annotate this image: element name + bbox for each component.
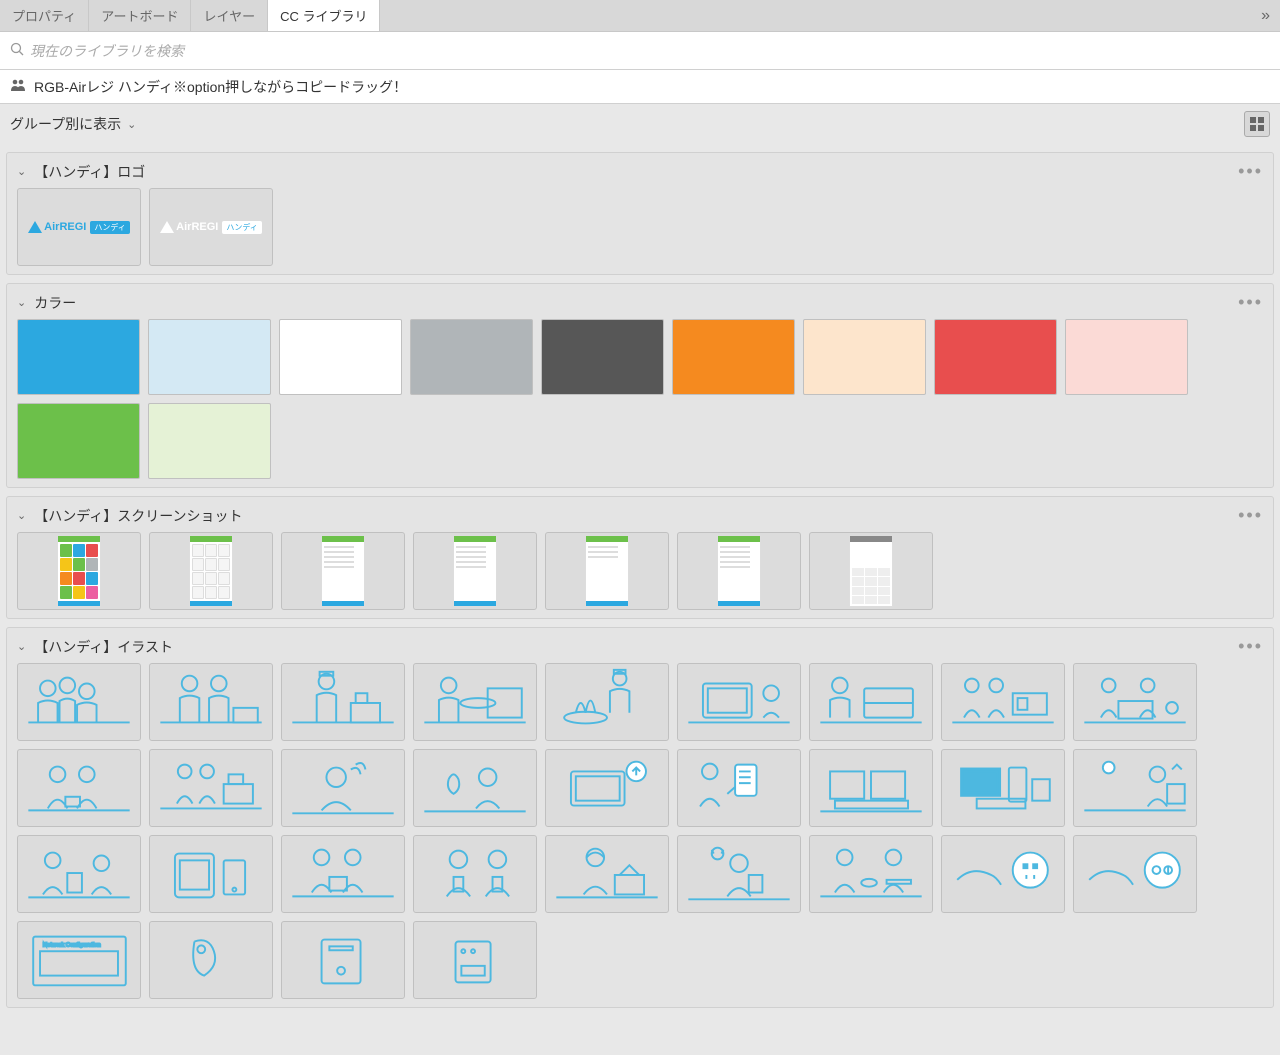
section-title-color: カラー [34,293,1238,313]
grid-icon [1250,117,1264,131]
illustration-asset[interactable] [17,835,141,913]
logo-asset[interactable]: AirREGI ハンディ [17,188,141,266]
library-name: RGB-Airレジ ハンディ※option押しながらコピードラッグ！ [34,77,407,97]
color-swatch[interactable] [803,319,926,395]
illustration-asset[interactable] [149,749,273,827]
collapse-icon[interactable]: ⌄ [17,296,26,309]
color-swatch[interactable] [279,319,402,395]
illustration-asset[interactable] [17,749,141,827]
illustration-asset[interactable] [677,835,801,913]
svg-text:Network Configuration: Network Configuration [43,942,101,948]
illustration-asset[interactable] [809,749,933,827]
library-selector[interactable]: RGB-Airレジ ハンディ※option押しながらコピードラッグ！ [0,70,1280,104]
illustration-asset[interactable] [677,663,801,741]
illustration-asset[interactable] [281,663,405,741]
illustration-asset[interactable] [545,835,669,913]
color-swatch[interactable] [17,319,140,395]
color-swatch[interactable] [410,319,533,395]
section-title-logo: 【ハンディ】ロゴ [34,162,1238,182]
collapse-icon[interactable]: ⌄ [17,165,26,178]
illustration-asset[interactable] [149,835,273,913]
view-controls: グループ別に表示 ⌄ [0,104,1280,144]
section-logo: ⌄ 【ハンディ】ロゴ ••• AirREGI ハンディ AirREGI ハンディ [6,152,1274,275]
illustration-asset[interactable] [149,663,273,741]
search-bar [0,32,1280,70]
illustration-asset[interactable] [809,835,933,913]
collapse-icon[interactable]: ⌄ [17,640,26,653]
tab-artboard[interactable]: アートボード [89,0,191,31]
illustration-asset[interactable] [149,921,273,999]
color-swatch[interactable] [1065,319,1188,395]
grid-view-toggle[interactable] [1244,111,1270,137]
illustration-asset[interactable] [413,835,537,913]
color-swatch[interactable] [17,403,140,479]
illustration-asset[interactable] [413,749,537,827]
group-by-dropdown[interactable]: グループ別に表示 ⌄ [10,114,136,134]
illustration-asset[interactable] [1073,663,1197,741]
triangle-icon [28,221,42,233]
section-more-icon[interactable]: ••• [1238,161,1263,182]
section-illustrations: ⌄ 【ハンディ】イラスト ••• Network Configuration [6,627,1274,1008]
illustration-asset[interactable] [545,663,669,741]
illustration-asset[interactable] [941,749,1065,827]
logo-asset[interactable]: AirREGI ハンディ [149,188,273,266]
illustration-asset[interactable] [809,663,933,741]
illustration-asset[interactable] [17,663,141,741]
illustration-asset[interactable] [281,921,405,999]
screenshot-asset[interactable] [413,532,537,610]
tab-cc-library[interactable]: CC ライブラリ [268,0,380,31]
color-swatch[interactable] [934,319,1057,395]
screenshot-asset[interactable] [17,532,141,610]
illustration-asset[interactable] [1073,749,1197,827]
section-more-icon[interactable]: ••• [1238,505,1263,526]
color-swatch[interactable] [541,319,664,395]
section-title-screenshots: 【ハンディ】スクリーンショット [34,506,1238,526]
illustration-asset[interactable] [941,663,1065,741]
tab-layer[interactable]: レイヤー [191,0,268,31]
section-more-icon[interactable]: ••• [1238,636,1263,657]
color-swatch[interactable] [148,319,271,395]
illustration-asset[interactable] [545,749,669,827]
search-input[interactable] [30,43,1270,59]
illustration-asset[interactable] [281,749,405,827]
illustration-asset[interactable] [281,835,405,913]
tab-properties[interactable]: プロパティ [0,0,89,31]
screenshot-asset[interactable] [545,532,669,610]
color-swatch[interactable] [672,319,795,395]
screenshot-asset[interactable] [281,532,405,610]
screenshot-asset[interactable] [809,532,933,610]
illustration-asset[interactable] [413,663,537,741]
triangle-icon [160,221,174,233]
section-title-illustrations: 【ハンディ】イラスト [34,637,1238,657]
color-swatch[interactable] [148,403,271,479]
search-icon [10,42,24,59]
panel-tabs: プロパティ アートボード レイヤー CC ライブラリ » [0,0,1280,32]
illustration-asset[interactable] [1073,835,1197,913]
screenshot-asset[interactable] [677,532,801,610]
section-more-icon[interactable]: ••• [1238,292,1263,313]
chevron-down-icon: ⌄ [127,118,136,131]
section-screenshots: ⌄ 【ハンディ】スクリーンショット ••• [6,496,1274,619]
expand-panel-icon[interactable]: » [1251,7,1280,25]
illustration-asset[interactable] [677,749,801,827]
people-icon [10,78,26,95]
section-color: ⌄ カラー ••• [6,283,1274,488]
illustration-asset[interactable] [413,921,537,999]
illustration-asset[interactable] [941,835,1065,913]
illustration-asset[interactable]: Network Configuration [17,921,141,999]
screenshot-asset[interactable] [149,532,273,610]
collapse-icon[interactable]: ⌄ [17,509,26,522]
